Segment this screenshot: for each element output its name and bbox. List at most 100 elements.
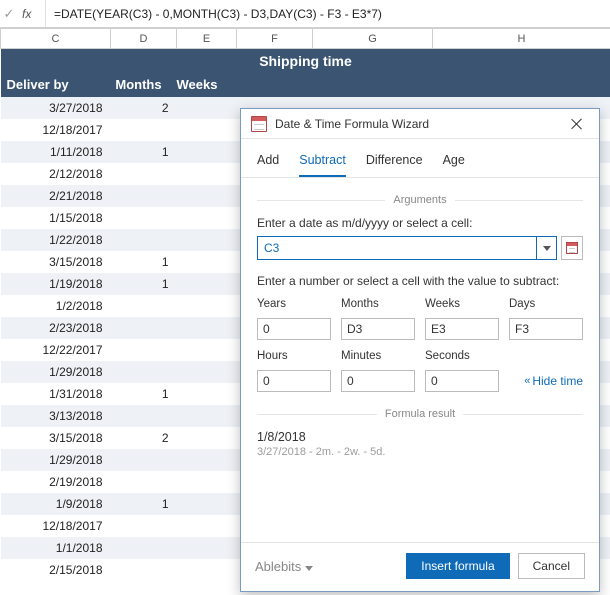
cell-months[interactable]: [111, 229, 177, 251]
cell-months[interactable]: 1: [111, 251, 177, 273]
insert-formula-button[interactable]: Insert formula: [406, 553, 509, 579]
cell-deliver[interactable]: 12/18/2017: [1, 515, 111, 537]
cell-deliver[interactable]: 3/13/2018: [1, 405, 111, 427]
date-cell-input[interactable]: C3: [257, 236, 537, 260]
formula-accept-icon[interactable]: ✓: [0, 6, 18, 22]
years-input[interactable]: [257, 318, 331, 340]
hide-time-link[interactable]: « Hide time: [524, 374, 583, 388]
col-header[interactable]: H: [433, 29, 610, 49]
th-weeks: Weeks: [177, 73, 610, 97]
dialog-titlebar[interactable]: Date & Time Formula Wizard: [241, 109, 599, 139]
weeks-input[interactable]: [425, 318, 499, 340]
seconds-input[interactable]: [425, 370, 499, 392]
cell-deliver[interactable]: 2/12/2018: [1, 163, 111, 185]
close-icon: [570, 117, 584, 131]
cell-deliver[interactable]: 1/11/2018: [1, 141, 111, 163]
cell-picker-button[interactable]: [561, 236, 583, 260]
column-headers: C D E F G H: [1, 29, 610, 49]
cell-deliver[interactable]: 12/18/2017: [1, 119, 111, 141]
cell-deliver[interactable]: 1/19/2018: [1, 273, 111, 295]
dialog-body: Arguments Enter a date as m/d/yyyy or se…: [241, 178, 599, 542]
date-dropdown-button[interactable]: [537, 236, 557, 260]
cell-months[interactable]: [111, 317, 177, 339]
col-header[interactable]: G: [313, 29, 433, 49]
hours-input[interactable]: [257, 370, 331, 392]
cell-deliver[interactable]: 1/29/2018: [1, 361, 111, 383]
minutes-label: Minutes: [341, 350, 415, 362]
tab-add[interactable]: Add: [257, 149, 279, 177]
dialog-tabs: Add Subtract Difference Age: [241, 139, 599, 178]
cell-months[interactable]: 1: [111, 383, 177, 405]
formula-bar: ✓ fx =DATE(YEAR(C3) - 0,MONTH(C3) - D3,D…: [0, 0, 610, 28]
fx-button[interactable]: fx: [18, 0, 46, 27]
tab-age[interactable]: Age: [443, 149, 465, 177]
cell-deliver[interactable]: 1/2/2018: [1, 295, 111, 317]
date-field-label: Enter a date as m/d/yyyy or select a cel…: [257, 216, 583, 230]
col-header[interactable]: D: [111, 29, 177, 49]
years-label: Years: [257, 298, 331, 310]
cell-deliver[interactable]: 3/15/2018: [1, 427, 111, 449]
minutes-input[interactable]: [341, 370, 415, 392]
cell-months[interactable]: [111, 163, 177, 185]
cell-deliver[interactable]: 2/19/2018: [1, 471, 111, 493]
chevron-down-icon: [543, 246, 551, 251]
th-deliver: Deliver by: [1, 73, 111, 97]
cell-months[interactable]: 1: [111, 273, 177, 295]
cell-deliver[interactable]: 2/15/2018: [1, 559, 111, 581]
section-arguments: Arguments: [257, 194, 583, 206]
cell-months[interactable]: 1: [111, 493, 177, 515]
chevron-left-double-icon: «: [524, 375, 526, 387]
months-input[interactable]: [341, 318, 415, 340]
cell-months[interactable]: [111, 361, 177, 383]
cell-months[interactable]: [111, 559, 177, 581]
cell-months[interactable]: [111, 449, 177, 471]
cell-deliver[interactable]: 1/9/2018: [1, 493, 111, 515]
col-header[interactable]: E: [177, 29, 237, 49]
dialog-date-time-wizard: Date & Time Formula Wizard Add Subtract …: [240, 108, 600, 592]
subtract-values-label: Enter a number or select a cell with the…: [257, 274, 583, 288]
formula-input[interactable]: =DATE(YEAR(C3) - 0,MONTH(C3) - D3,DAY(C3…: [46, 7, 610, 21]
hours-label: Hours: [257, 350, 331, 362]
worksheet: C D E F G H Shipping time Deliver by Mon…: [0, 28, 610, 50]
cell-months[interactable]: [111, 405, 177, 427]
table-header-row: Deliver by Months Weeks: [1, 73, 610, 97]
cell-deliver[interactable]: 1/15/2018: [1, 207, 111, 229]
cell-months[interactable]: 2: [111, 97, 177, 119]
col-header[interactable]: F: [237, 29, 313, 49]
cell-months[interactable]: 2: [111, 427, 177, 449]
tab-subtract[interactable]: Subtract: [299, 149, 346, 177]
cell-months[interactable]: [111, 537, 177, 559]
cell-months[interactable]: [111, 339, 177, 361]
tab-difference[interactable]: Difference: [366, 149, 423, 177]
cell-months[interactable]: [111, 185, 177, 207]
days-input[interactable]: [509, 318, 583, 340]
col-header[interactable]: C: [1, 29, 111, 49]
dialog-title: Date & Time Formula Wizard: [275, 117, 563, 131]
th-months: Months: [111, 73, 177, 97]
cell-deliver[interactable]: 3/27/2018: [1, 97, 111, 119]
formula-result: 1/8/2018 3/27/2018 - 2m. - 2w. - 5d.: [257, 430, 583, 458]
cell-deliver[interactable]: 12/22/2017: [1, 339, 111, 361]
cell-deliver[interactable]: 1/22/2018: [1, 229, 111, 251]
cell-deliver[interactable]: 3/15/2018: [1, 251, 111, 273]
cell-months[interactable]: [111, 515, 177, 537]
cell-months[interactable]: [111, 471, 177, 493]
cell-months[interactable]: [111, 119, 177, 141]
cell-picker-icon: [566, 242, 578, 254]
cell-deliver[interactable]: 1/1/2018: [1, 537, 111, 559]
cancel-button[interactable]: Cancel: [518, 553, 585, 579]
ablebits-brand-menu[interactable]: Ablebits: [255, 559, 313, 574]
cell-deliver[interactable]: 2/21/2018: [1, 185, 111, 207]
cell-deliver[interactable]: 1/31/2018: [1, 383, 111, 405]
close-button[interactable]: [563, 112, 591, 136]
seconds-label: Seconds: [425, 350, 499, 362]
chevron-down-icon: [305, 559, 313, 574]
months-label: Months: [341, 298, 415, 310]
weeks-label: Weeks: [425, 298, 499, 310]
cell-deliver[interactable]: 1/29/2018: [1, 449, 111, 471]
cell-months[interactable]: 1: [111, 141, 177, 163]
cell-months[interactable]: [111, 295, 177, 317]
cell-deliver[interactable]: 2/23/2018: [1, 317, 111, 339]
cell-months[interactable]: [111, 207, 177, 229]
banner-title: Shipping time: [1, 49, 610, 73]
